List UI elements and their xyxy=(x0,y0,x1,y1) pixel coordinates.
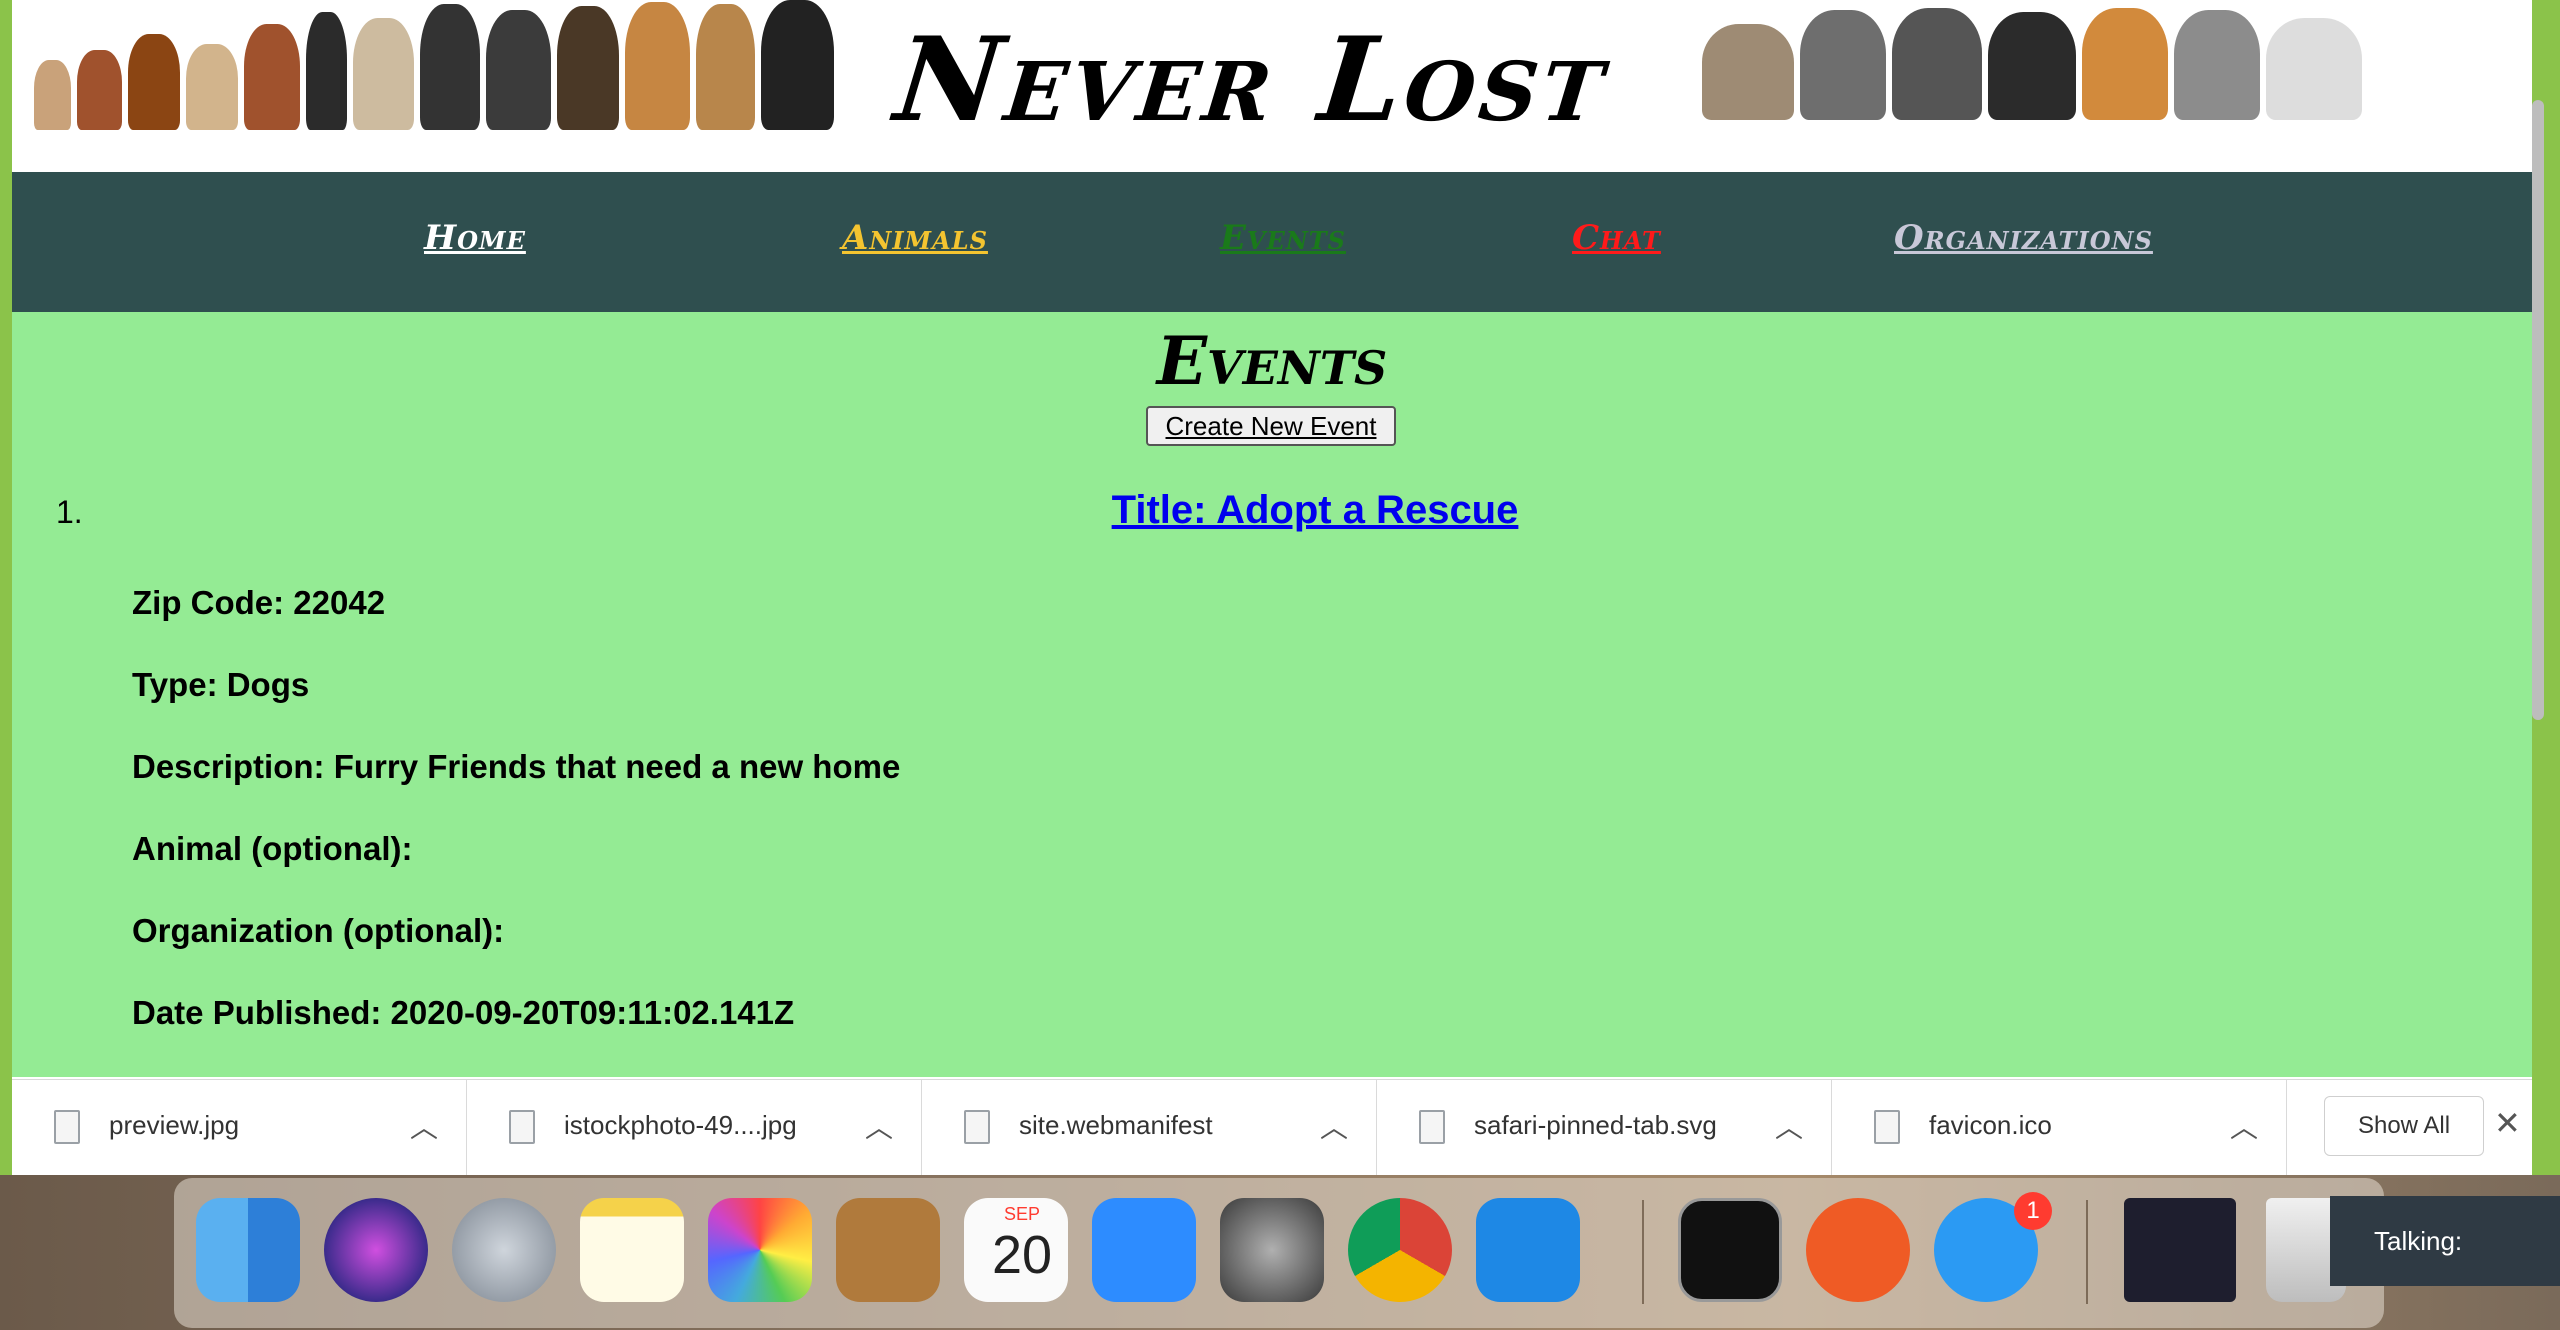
nav-home[interactable]: Home xyxy=(424,218,526,258)
file-icon xyxy=(54,1110,80,1144)
site-header: Never Lost xyxy=(12,0,2532,172)
zoom-icon[interactable] xyxy=(1092,1198,1196,1302)
chevron-up-icon[interactable]: ︿ xyxy=(1320,1106,1348,1146)
page-scrollbar[interactable] xyxy=(2532,100,2544,720)
calendar-day: 20 xyxy=(992,1225,1053,1285)
file-icon xyxy=(1874,1110,1900,1144)
notes-icon[interactable] xyxy=(580,1198,684,1302)
event-organization: Organization (optional): xyxy=(132,912,505,949)
browser-viewport: Never Lost Home Animals Events Chat Orga… xyxy=(12,0,2532,1175)
siri-icon[interactable] xyxy=(324,1198,428,1302)
create-new-event-button[interactable]: Create New Event xyxy=(1146,406,1396,446)
vscode-window-thumbnail[interactable] xyxy=(2124,1198,2236,1302)
site-title: Never Lost xyxy=(889,12,1615,148)
download-filename: safari-pinned-tab.svg xyxy=(1474,1110,1717,1140)
download-item[interactable]: favicon.ico ︿ xyxy=(1832,1080,2287,1175)
download-filename: preview.jpg xyxy=(109,1110,240,1140)
download-item[interactable]: safari-pinned-tab.svg ︿ xyxy=(1377,1080,1832,1175)
file-icon xyxy=(1419,1110,1445,1144)
launchpad-icon[interactable] xyxy=(452,1198,556,1302)
chevron-up-icon[interactable]: ︿ xyxy=(2230,1106,2258,1146)
nav-events[interactable]: Events xyxy=(1220,218,1346,258)
event-zip: Zip Code: 22042 xyxy=(132,584,386,621)
event-title-link[interactable]: Title: Adopt a Rescue xyxy=(12,488,2532,533)
nav-chat[interactable]: Chat xyxy=(1572,218,1661,258)
download-filename: site.webmanifest xyxy=(1019,1110,1213,1140)
event-date-published: Date Published: 2020-09-20T09:11:02.141Z xyxy=(132,994,795,1031)
chevron-up-icon[interactable]: ︿ xyxy=(865,1106,893,1146)
download-item[interactable]: istockphoto-49....jpg ︿ xyxy=(467,1080,922,1175)
nav-animals[interactable]: Animals xyxy=(842,218,988,258)
event-animal: Animal (optional): xyxy=(132,830,413,867)
show-all-downloads-button[interactable]: Show All xyxy=(2324,1096,2484,1156)
postman-icon[interactable] xyxy=(1806,1198,1910,1302)
macos-dock xyxy=(174,1178,2384,1328)
messages-badge: 1 xyxy=(2014,1192,2052,1230)
events-page: Events Create New Event 1. Title: Adopt … xyxy=(12,312,2532,1077)
dock-separator xyxy=(1642,1200,1644,1304)
file-icon xyxy=(509,1110,535,1144)
finder-icon[interactable] xyxy=(196,1198,300,1302)
chrome-icon[interactable] xyxy=(1348,1198,1452,1302)
chevron-up-icon[interactable]: ︿ xyxy=(410,1106,438,1146)
downloads-bar: preview.jpg ︿ istockphoto-49....jpg ︿ si… xyxy=(12,1079,2532,1175)
calendar-month: SEP xyxy=(1004,1204,1041,1224)
vscode-icon[interactable] xyxy=(1476,1198,1580,1302)
close-icon[interactable]: ✕ xyxy=(2494,1104,2521,1142)
system-preferences-icon[interactable] xyxy=(1220,1198,1324,1302)
page-title: Events xyxy=(1156,322,1388,400)
dogs-banner-image xyxy=(34,0,835,130)
contacts-icon[interactable] xyxy=(836,1198,940,1302)
main-nav: Home Animals Events Chat Organizations xyxy=(12,172,2532,312)
activity-monitor-icon[interactable] xyxy=(1678,1198,1782,1302)
event-type: Type: Dogs xyxy=(132,666,310,703)
download-item[interactable]: preview.jpg ︿ xyxy=(12,1080,467,1175)
photos-icon[interactable] xyxy=(708,1198,812,1302)
download-filename: favicon.ico xyxy=(1929,1110,2052,1140)
event-description: Description: Furry Friends that need a n… xyxy=(132,748,901,785)
talking-indicator: Talking: xyxy=(2330,1196,2560,1286)
download-filename: istockphoto-49....jpg xyxy=(564,1110,797,1140)
file-icon xyxy=(964,1110,990,1144)
cats-banner-image xyxy=(1702,0,2472,120)
download-item[interactable]: site.webmanifest ︿ xyxy=(922,1080,1377,1175)
nav-organizations[interactable]: Organizations xyxy=(1894,218,2153,258)
chevron-up-icon[interactable]: ︿ xyxy=(1775,1106,1803,1146)
dock-separator xyxy=(2086,1200,2088,1304)
